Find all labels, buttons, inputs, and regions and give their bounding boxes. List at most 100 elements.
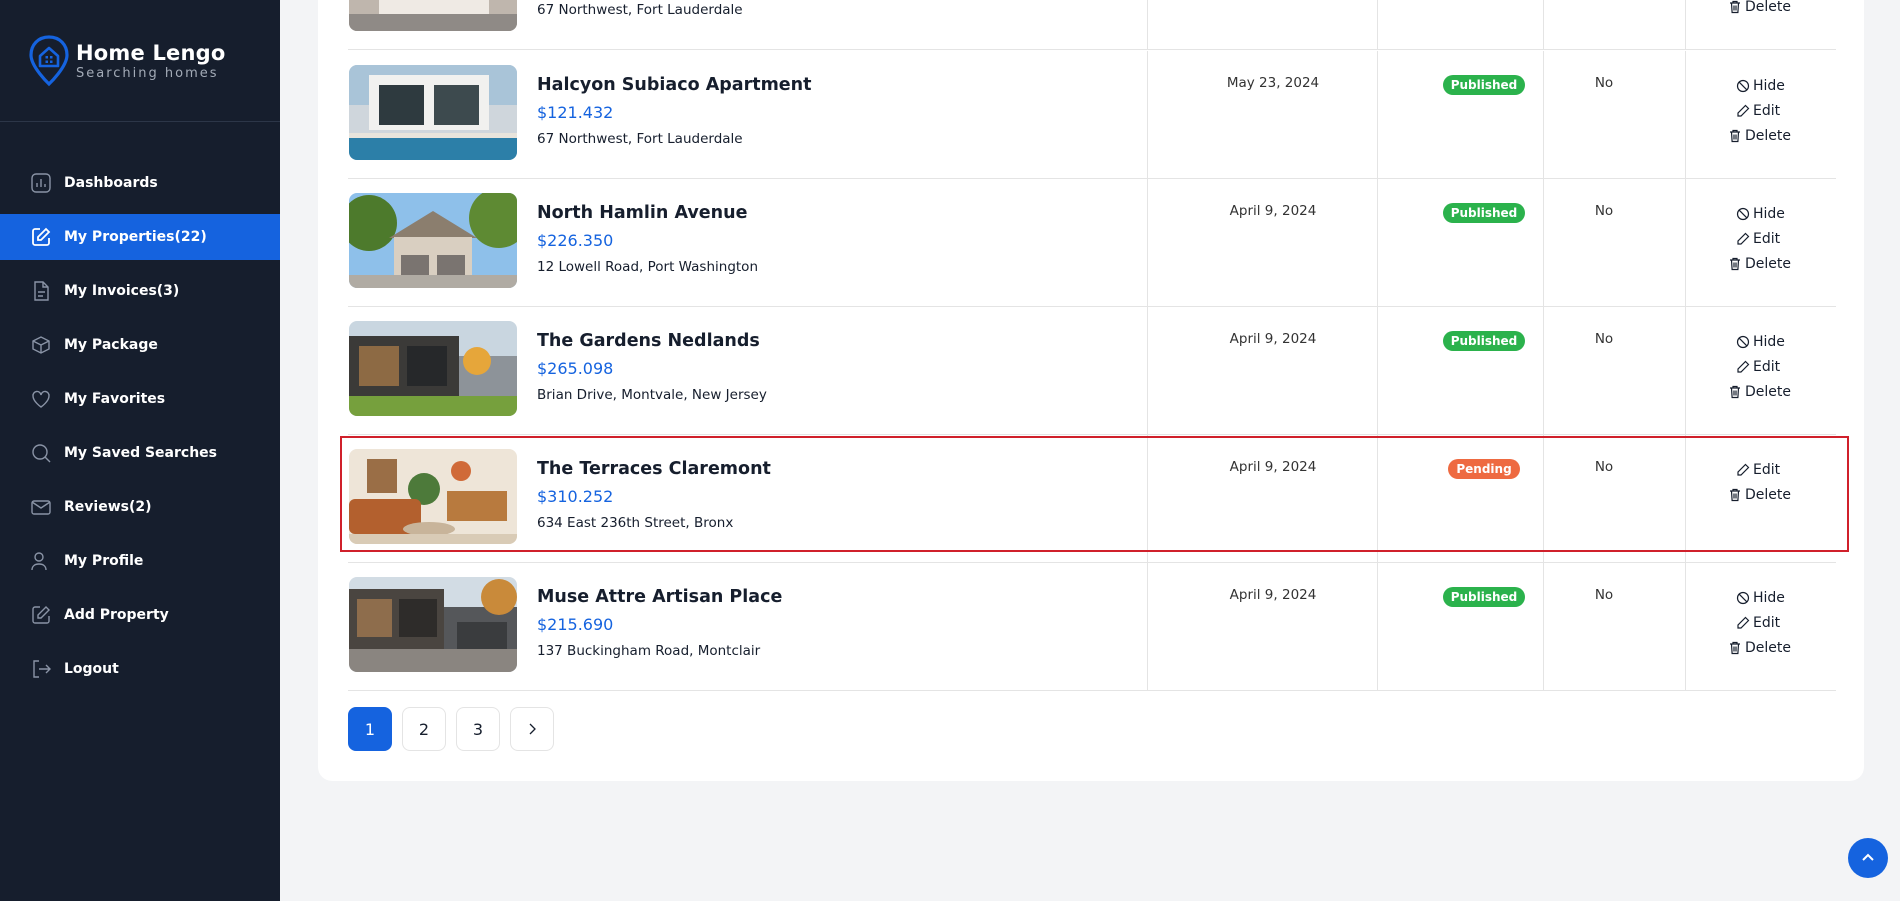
pencil-icon [1737,104,1750,117]
column-divider [1147,307,1148,435]
sidebar-item-label: Add Property [64,607,169,623]
property-thumbnail[interactable] [349,193,517,288]
action-label: Hide [1753,205,1785,222]
sidebar-item-logout[interactable]: Logout [0,646,280,692]
property-date: April 9, 2024 [1229,331,1317,347]
column-divider [1685,51,1686,179]
property-thumbnail[interactable] [349,449,517,544]
delete-button[interactable]: Delete [1726,123,1836,148]
next-page-button[interactable] [510,707,554,751]
page-2-button[interactable]: 2 [402,707,446,751]
property-address: 67 Northwest, Fort Lauderdale [537,2,743,18]
delete-button[interactable]: Delete [1726,0,1836,19]
sidebar-item-my-favorites[interactable]: My Favorites [0,376,280,422]
action-label: Delete [1745,255,1791,272]
trash-icon [1730,129,1740,142]
trash-icon [1730,641,1740,654]
property-thumbnail[interactable] [349,321,517,416]
property-title[interactable]: Muse Attre Artisan Place [537,587,782,607]
property-title[interactable]: The Terraces Claremont [537,459,771,479]
column-divider [1377,307,1378,435]
hide-button[interactable]: Hide [1726,329,1836,354]
table-row: North Hamlin Avenue $226.350 12 Lowell R… [348,179,1836,307]
sidebar-item-my-invoices[interactable]: My Invoices(3) [0,268,280,314]
property-address: 634 East 236th Street, Bronx [537,515,734,531]
column-divider [1685,435,1686,563]
table-row: Muse Attre Artisan Place $215.690 137 Bu… [348,563,1836,691]
edit-button[interactable]: Edit [1726,226,1836,251]
action-label: Hide [1753,77,1785,94]
table-row: 67 Northwest, Fort Lauderdale Delete [348,0,1836,50]
trash-icon [1730,385,1740,398]
ban-icon [1736,335,1750,348]
hide-button[interactable]: Hide [1726,73,1836,98]
property-price: $265.098 [537,359,614,378]
status-cell: Published [1414,331,1554,351]
sidebar-item-my-profile[interactable]: My Profile [0,538,280,584]
property-thumbnail[interactable] [349,0,517,31]
property-address: 12 Lowell Road, Port Washington [537,259,758,275]
logo[interactable]: Home Lengo Searching homes [28,34,225,88]
property-title[interactable]: North Hamlin Avenue [537,203,747,223]
property-address: 67 Northwest, Fort Lauderdale [537,131,743,147]
column-divider [1543,563,1544,691]
delete-button[interactable]: Delete [1726,251,1836,276]
pencil-icon [1737,463,1750,476]
ban-icon [1736,79,1750,92]
property-title[interactable]: The Gardens Nedlands [537,331,760,351]
status-cell: Published [1414,587,1554,607]
sidebar-item-my-properties[interactable]: My Properties(22) [0,214,280,260]
ban-icon [1736,591,1750,604]
edit-button[interactable]: Edit [1726,610,1836,635]
property-price: $215.690 [537,615,614,634]
delete-button[interactable]: Delete [1726,379,1836,404]
edit-button[interactable]: Edit [1726,354,1836,379]
sidebar-item-reviews[interactable]: Reviews(2) [0,484,280,530]
action-label: Delete [1745,383,1791,400]
mail-icon [30,496,52,518]
delete-button[interactable]: Delete [1726,482,1836,507]
property-price: $226.350 [537,231,614,250]
property-featured: No [1594,203,1614,219]
status-badge: Published [1442,75,1526,95]
edit-square-icon [30,226,52,248]
property-date: May 23, 2024 [1226,75,1320,91]
hide-button[interactable]: Hide [1726,201,1836,226]
action-label: Edit [1753,461,1781,478]
property-date: April 9, 2024 [1229,203,1317,219]
column-divider [1685,179,1686,307]
edit-button[interactable]: Edit [1726,457,1836,482]
column-divider [1543,435,1544,563]
property-thumbnail[interactable] [349,577,517,672]
column-divider [1147,51,1148,179]
action-label: Delete [1745,0,1791,15]
property-date: April 9, 2024 [1229,587,1317,603]
sidebar-item-dashboards[interactable]: Dashboards [0,160,280,206]
column-divider [1377,0,1378,50]
delete-button[interactable]: Delete [1726,635,1836,660]
status-cell: Published [1414,75,1554,95]
sidebar-item-my-package[interactable]: My Package [0,322,280,368]
property-actions: Hide Edit Delete [1726,73,1836,148]
back-to-top-button[interactable] [1848,838,1888,878]
column-divider [1147,435,1148,563]
chart-icon [30,172,52,194]
column-divider [1543,51,1544,179]
edit-button[interactable]: Edit [1726,98,1836,123]
sidebar-item-my-saved-searches[interactable]: My Saved Searches [0,430,280,476]
logout-icon [30,658,52,680]
sidebar-item-label: My Properties(22) [64,229,207,245]
property-title[interactable]: Halcyon Subiaco Apartment [537,75,812,95]
sidebar-item-label: My Invoices(3) [64,283,180,299]
trash-icon [1730,488,1740,501]
sidebar-item-add-property[interactable]: Add Property [0,592,280,638]
action-label: Edit [1753,102,1781,119]
page-3-button[interactable]: 3 [456,707,500,751]
property-thumbnail[interactable] [349,65,517,160]
hide-button[interactable]: Hide [1726,585,1836,610]
sidebar-item-label: My Profile [64,553,144,569]
page-1-button[interactable]: 1 [348,707,392,751]
status-badge: Published [1442,203,1526,223]
property-date: April 9, 2024 [1229,459,1317,475]
column-divider [1147,563,1148,691]
